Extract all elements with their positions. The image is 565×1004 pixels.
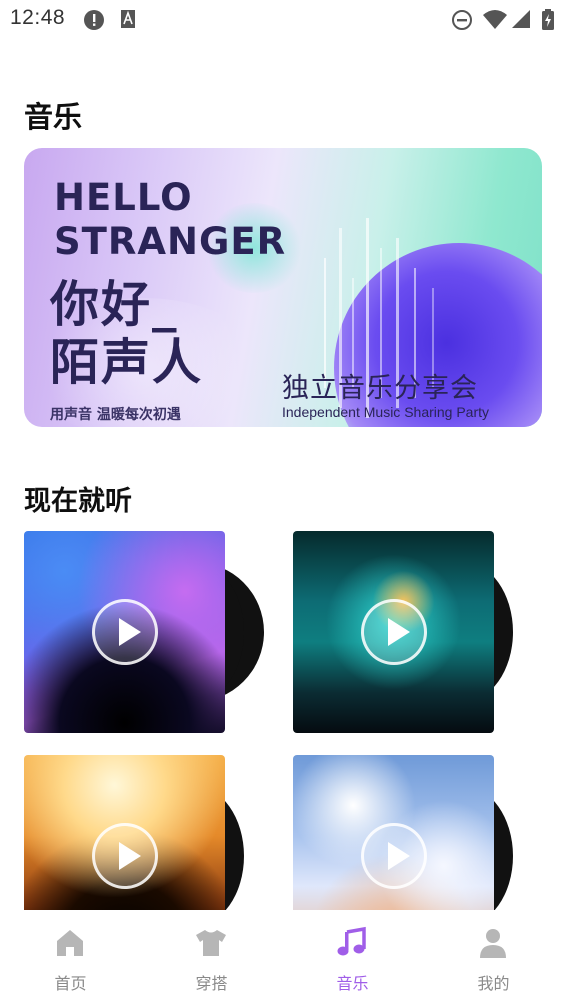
music-card[interactable] bbox=[293, 531, 543, 733]
wifi-icon bbox=[482, 9, 508, 35]
tshirt-icon bbox=[196, 930, 226, 956]
nav-label-outfit: 穿搭 bbox=[195, 974, 228, 993]
font-icon bbox=[120, 9, 136, 33]
home-icon bbox=[57, 930, 83, 956]
play-icon[interactable] bbox=[361, 599, 427, 665]
banner-headline-line1: HELLO bbox=[54, 176, 193, 219]
play-icon[interactable] bbox=[92, 823, 158, 889]
alert-circle-icon bbox=[83, 9, 105, 35]
bottom-nav: 首页 穿搭 音乐 我的 bbox=[0, 910, 565, 1004]
play-icon[interactable] bbox=[92, 599, 158, 665]
nav-item-profile[interactable]: 我的 bbox=[423, 910, 564, 1004]
user-icon bbox=[480, 929, 506, 958]
banner-headline-line2: STRANGER bbox=[54, 220, 287, 263]
status-bar: 12:48 bbox=[0, 0, 565, 40]
music-note-icon bbox=[337, 926, 366, 956]
banner-event-title: 独立音乐分享会 bbox=[282, 373, 478, 404]
nav-item-outfit[interactable]: 穿搭 bbox=[141, 910, 282, 1004]
signal-icon bbox=[511, 9, 531, 33]
banner-event-subtitle: Independent Music Sharing Party bbox=[282, 404, 490, 420]
nav-item-music[interactable]: 音乐 bbox=[282, 910, 423, 1004]
banner-cn-line1: 你好_ bbox=[50, 276, 179, 333]
dnd-icon bbox=[451, 9, 473, 35]
music-card[interactable] bbox=[24, 531, 274, 733]
play-icon[interactable] bbox=[361, 823, 427, 889]
page-title: 音乐 bbox=[24, 100, 83, 134]
banner-headline: HELLO STRANGER bbox=[54, 176, 286, 264]
nav-label-home: 首页 bbox=[54, 974, 87, 993]
battery-charging-icon bbox=[541, 9, 555, 35]
nav-label-music: 音乐 bbox=[336, 974, 369, 993]
event-banner[interactable]: HELLO STRANGER 你好_ 陌声人 用声音 温暖每次初遇 独立音乐分享… bbox=[24, 148, 542, 427]
nav-label-profile: 我的 bbox=[477, 974, 510, 993]
section-title-listen-now: 现在就听 bbox=[24, 486, 132, 517]
banner-cn-line2: 陌声人 bbox=[50, 334, 204, 391]
nav-item-home[interactable]: 首页 bbox=[0, 910, 141, 1004]
banner-tagline: 用声音 温暖每次初遇 bbox=[50, 407, 181, 423]
status-time: 12:48 bbox=[10, 6, 66, 29]
banner-cn-title: 你好_ 陌声人 bbox=[50, 276, 203, 392]
